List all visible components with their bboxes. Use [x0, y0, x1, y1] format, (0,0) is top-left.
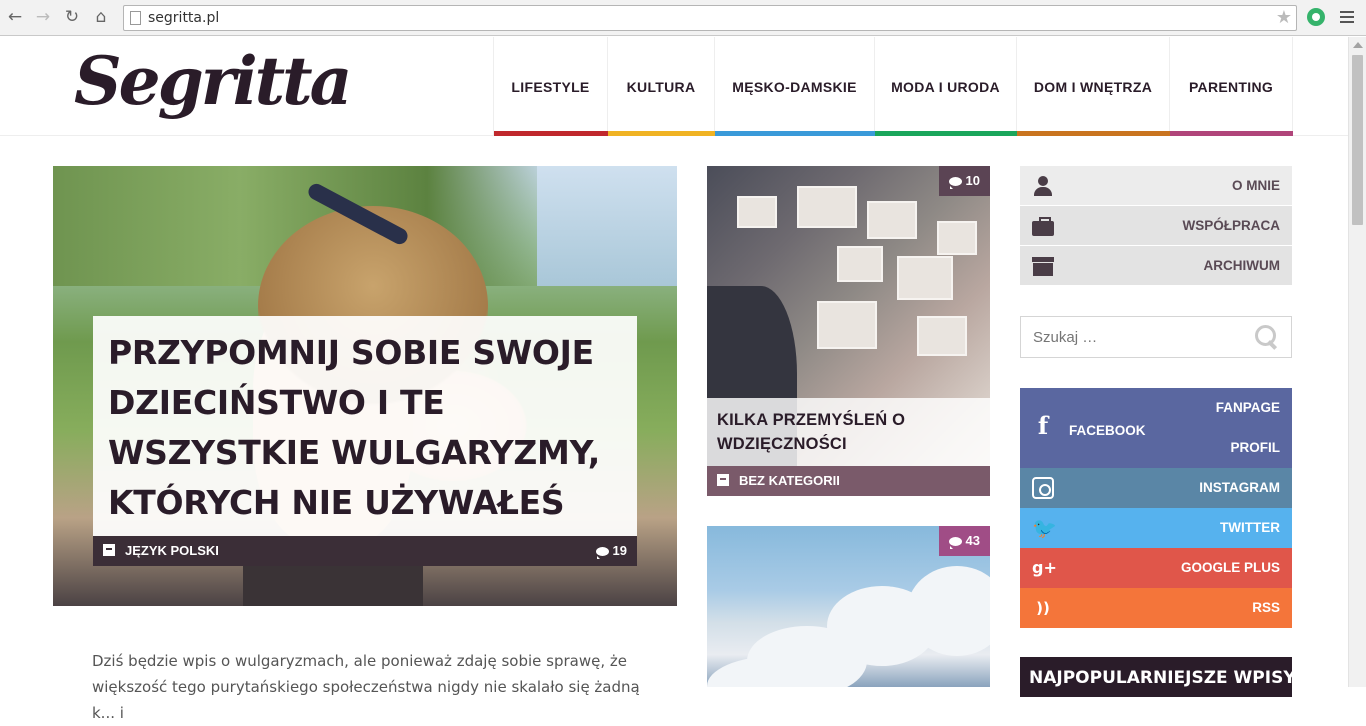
back-icon[interactable]: ←	[5, 7, 25, 27]
reload-icon[interactable]: ↻	[62, 7, 82, 27]
home-icon[interactable]: ⌂	[91, 7, 111, 27]
feature-article-image[interactable]: PRZYPOMNIJ SOBIE SWOJE DZIECIŃSTWO I TE …	[53, 166, 677, 606]
sidebar-item-o-mnie[interactable]: O MNIE	[1020, 166, 1292, 206]
feature-category[interactable]: JĘZYK POLSKI	[125, 543, 219, 558]
browser-menu-icon[interactable]	[1340, 8, 1354, 24]
nav-color-bar	[608, 131, 715, 136]
post-card[interactable]: 43	[707, 526, 990, 687]
extension-icon[interactable]	[1307, 8, 1325, 26]
card-category[interactable]: BEZ KATEGORII	[739, 473, 840, 488]
feature-meta-bar: JĘZYK POLSKI 19	[93, 536, 637, 566]
scrollbar[interactable]	[1348, 37, 1366, 687]
search-input[interactable]	[1021, 317, 1251, 357]
instagram-icon	[1032, 477, 1054, 499]
post-card[interactable]: 10 KILKA PRZEMYŚLEŃ O WDZIĘCZNOŚCI BEZ K…	[707, 166, 990, 496]
nav-color-bar	[1017, 131, 1170, 136]
twitter-icon: 🐦	[1032, 516, 1057, 540]
nav-color-bar	[715, 131, 875, 136]
facebook-fanpage-link[interactable]: FANPAGE	[1216, 400, 1280, 415]
nav-color-bar	[494, 131, 608, 136]
browser-toolbar: ← → ↻ ⌂ segritta.pl ★	[0, 0, 1366, 36]
feature-title-box[interactable]: PRZYPOMNIJ SOBIE SWOJE DZIECIŃSTWO I TE …	[93, 316, 637, 566]
address-bar[interactable]: segritta.pl ★	[123, 5, 1297, 31]
nav-item-mesko-damskie[interactable]: MĘSKO-DAMSKIE	[715, 37, 875, 136]
sidebar-item-wspolpraca[interactable]: WSPÓŁPRACA	[1020, 206, 1292, 246]
rss-link[interactable]: )) RSS	[1020, 588, 1292, 628]
nav-color-bar	[875, 131, 1017, 136]
site-logo[interactable]: Segritta	[74, 41, 352, 121]
nav-item-dom-i-wnetrza[interactable]: DOM I WNĘTRZA	[1017, 37, 1170, 136]
social-links: f FACEBOOK FANPAGE PROFIL INSTAGRAM 🐦 TWI…	[1020, 388, 1292, 628]
card-comments-badge[interactable]: 43	[938, 526, 990, 556]
page-icon	[130, 11, 141, 25]
nav-item-kultura[interactable]: KULTURA	[608, 37, 715, 136]
url-text[interactable]: segritta.pl	[148, 10, 219, 26]
nav-item-lifestyle[interactable]: LIFESTYLE	[494, 37, 608, 136]
site-header: Segritta LIFESTYLE KULTURA MĘSKO-DAMSKIE…	[0, 37, 1348, 136]
comment-icon	[948, 537, 962, 550]
feature-excerpt: Dziś będzie wpis o wulgaryzmach, ale pon…	[92, 652, 640, 722]
search-icon[interactable]	[1255, 325, 1279, 349]
google-plus-link[interactable]: g+ GOOGLE PLUS	[1020, 548, 1292, 588]
forward-icon[interactable]: →	[33, 7, 53, 27]
nav-color-bar	[1170, 131, 1293, 136]
popular-posts-heading: NAJPOPULARNIEJSZE WPISY	[1020, 657, 1292, 697]
archive-icon	[1032, 256, 1054, 276]
instagram-link[interactable]: INSTAGRAM	[1020, 468, 1292, 508]
facebook-profil-link[interactable]: PROFIL	[1231, 440, 1281, 455]
search-box	[1020, 316, 1292, 358]
google-plus-icon: g+	[1032, 558, 1057, 577]
card-comments-badge[interactable]: 10	[938, 166, 990, 196]
nav-item-parenting[interactable]: PARENTING	[1170, 37, 1293, 136]
card-meta-bar: BEZ KATEGORII	[707, 466, 990, 496]
sidebar-item-archiwum[interactable]: ARCHIWUM	[1020, 246, 1292, 286]
scroll-thumb[interactable]	[1352, 55, 1363, 225]
facebook-icon: f	[1037, 411, 1049, 440]
card-title[interactable]: KILKA PRZEMYŚLEŃ O WDZIĘCZNOŚCI	[717, 408, 977, 456]
scroll-up-arrow-icon[interactable]	[1353, 42, 1363, 48]
facebook-block: f FACEBOOK FANPAGE PROFIL	[1020, 388, 1292, 468]
facebook-label: FACEBOOK	[1069, 423, 1146, 438]
category-icon	[103, 544, 115, 556]
user-icon	[1032, 176, 1054, 196]
category-icon	[717, 474, 729, 486]
main-nav: LIFESTYLE KULTURA MĘSKO-DAMSKIE MODA I U…	[493, 37, 1293, 136]
nav-item-moda-i-uroda[interactable]: MODA I URODA	[875, 37, 1017, 136]
briefcase-icon	[1032, 216, 1054, 236]
comment-icon	[948, 177, 962, 190]
twitter-link[interactable]: 🐦 TWITTER	[1020, 508, 1292, 548]
comment-icon	[595, 547, 609, 560]
feature-title[interactable]: PRZYPOMNIJ SOBIE SWOJE DZIECIŃSTWO I TE …	[108, 328, 628, 528]
rss-icon: ))	[1036, 599, 1050, 617]
bookmark-star-icon[interactable]: ★	[1276, 7, 1292, 28]
feature-comments[interactable]: 19	[595, 543, 627, 560]
sidebar-links: O MNIE WSPÓŁPRACA ARCHIWUM	[1020, 166, 1292, 286]
